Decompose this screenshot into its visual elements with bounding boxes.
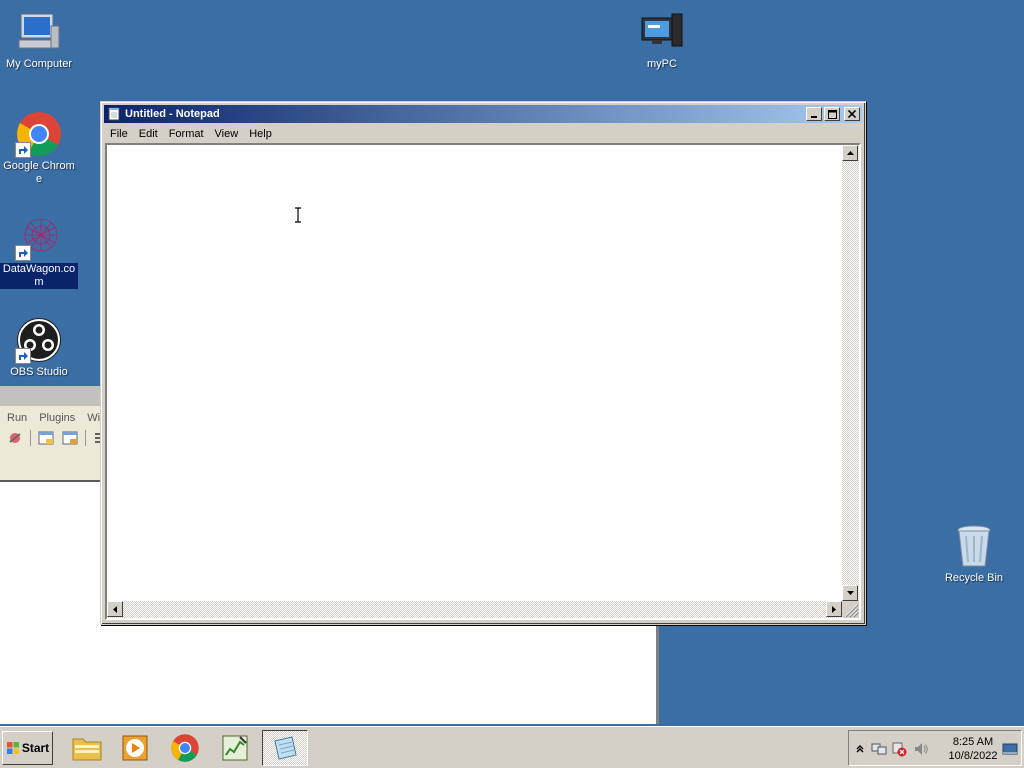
desktop-icon-label: myPC <box>647 58 677 70</box>
shortcut-arrow-icon <box>15 245 31 261</box>
clock-time: 8:25 AM <box>952 736 994 748</box>
notepad-icon <box>274 736 297 760</box>
windows-logo-icon <box>6 742 19 754</box>
menu-view[interactable]: View <box>209 128 244 140</box>
desktop-icon-datawagon[interactable]: DataWagon.com <box>0 213 78 289</box>
taskbar-chart-app[interactable] <box>212 730 258 766</box>
desktop-icon-obs-studio[interactable]: OBS Studio <box>0 316 78 379</box>
chrome-icon <box>15 110 63 158</box>
start-label: Start <box>21 741 50 755</box>
resize-grip-icon <box>845 604 859 618</box>
scroll-right-button[interactable] <box>826 601 842 617</box>
desktop-icon-label: My Computer <box>5 58 73 70</box>
close-button[interactable] <box>844 107 860 121</box>
media-player-icon <box>122 735 148 761</box>
window-title: Untitled - Notepad <box>125 108 220 120</box>
menu-format[interactable]: Format <box>163 128 209 140</box>
taskbar-media-player[interactable] <box>112 730 158 766</box>
notepad-icon <box>108 107 120 121</box>
show-desktop-icon[interactable] <box>1002 741 1018 757</box>
action-center-alert-icon[interactable] <box>891 741 907 757</box>
taskbar-notepad[interactable] <box>262 730 308 766</box>
desktop-icon-label: DataWagon.com <box>0 263 78 289</box>
background-app-toolbar <box>6 430 110 446</box>
maximize-icon <box>827 109 837 119</box>
taskbar-explorer[interactable] <box>64 730 110 766</box>
horizontal-scrollbar[interactable] <box>107 601 842 618</box>
background-app-menubar: Run Plugins Wi <box>0 410 105 426</box>
window-icon[interactable] <box>37 430 55 446</box>
clock-date: 10/8/2022 <box>948 750 998 762</box>
system-tray: 8:25 AM 10/8/2022 <box>848 730 1022 766</box>
toolbar-separator <box>30 430 31 446</box>
notepad-menubar: File Edit Format View Help <box>104 124 862 143</box>
chrome-icon <box>171 734 199 762</box>
notepad-edit-area <box>105 143 861 620</box>
arrow-left-icon <box>113 605 117 613</box>
minimize-icon <box>811 116 817 118</box>
taskbar: Start 8:25 AM 10/8/2022 <box>0 726 1024 768</box>
desktop-icon-recycle-bin[interactable]: Recycle Bin <box>935 522 1013 585</box>
menu-edit[interactable]: Edit <box>133 128 163 140</box>
notepad-window[interactable]: Untitled - Notepad File Edit Format View… <box>100 101 866 625</box>
desktop-icon-google-chrome[interactable]: Google Chrome <box>0 110 78 186</box>
arrow-up-icon <box>846 151 854 155</box>
obs-icon <box>15 316 63 364</box>
pc-icon <box>638 8 686 56</box>
maximize-button[interactable] <box>824 107 840 121</box>
menu-help[interactable]: Help <box>243 128 277 140</box>
vertical-scrollbar[interactable] <box>842 145 859 601</box>
network-icon[interactable] <box>871 741 887 757</box>
minimize-button[interactable] <box>806 107 822 121</box>
menu-item-run[interactable]: Run <box>0 410 32 426</box>
resize-grip[interactable] <box>842 601 859 618</box>
desktop-icon-mypc[interactable]: myPC <box>623 8 701 71</box>
menu-item-plugins[interactable]: Plugins <box>32 410 80 426</box>
taskbar-chrome[interactable] <box>162 730 208 766</box>
text-cursor-icon <box>295 207 301 223</box>
recycle-bin-icon <box>950 522 998 570</box>
window-icon[interactable] <box>61 430 79 446</box>
desktop-icon-label: Google Chrome <box>3 160 75 185</box>
folder-icon <box>72 738 102 761</box>
clock[interactable]: 8:25 AM 10/8/2022 <box>947 735 999 763</box>
start-button[interactable]: Start <box>2 731 53 765</box>
macro-record-icon[interactable] <box>6 430 24 446</box>
computer-icon <box>15 8 63 56</box>
scroll-up-button[interactable] <box>842 145 858 161</box>
scroll-down-button[interactable] <box>842 585 858 601</box>
close-icon <box>848 110 856 118</box>
desktop-icon-my-computer[interactable]: My Computer <box>0 8 78 71</box>
arrow-down-icon <box>846 591 854 595</box>
chart-editor-icon <box>222 735 248 761</box>
scroll-left-button[interactable] <box>107 601 123 617</box>
arrow-right-icon <box>832 605 836 613</box>
datawagon-icon <box>15 213 63 261</box>
menu-file[interactable]: File <box>104 128 133 140</box>
desktop-icon-label: OBS Studio <box>10 366 68 378</box>
notepad-text-input[interactable] <box>107 145 842 601</box>
volume-icon[interactable] <box>913 741 929 757</box>
shortcut-arrow-icon <box>15 348 31 364</box>
desktop-icon-label: Recycle Bin <box>944 572 1004 584</box>
notepad-titlebar[interactable]: Untitled - Notepad <box>104 105 862 123</box>
show-hidden-icons-icon[interactable] <box>852 741 868 757</box>
toolbar-separator <box>85 430 86 446</box>
shortcut-arrow-icon <box>15 142 31 158</box>
